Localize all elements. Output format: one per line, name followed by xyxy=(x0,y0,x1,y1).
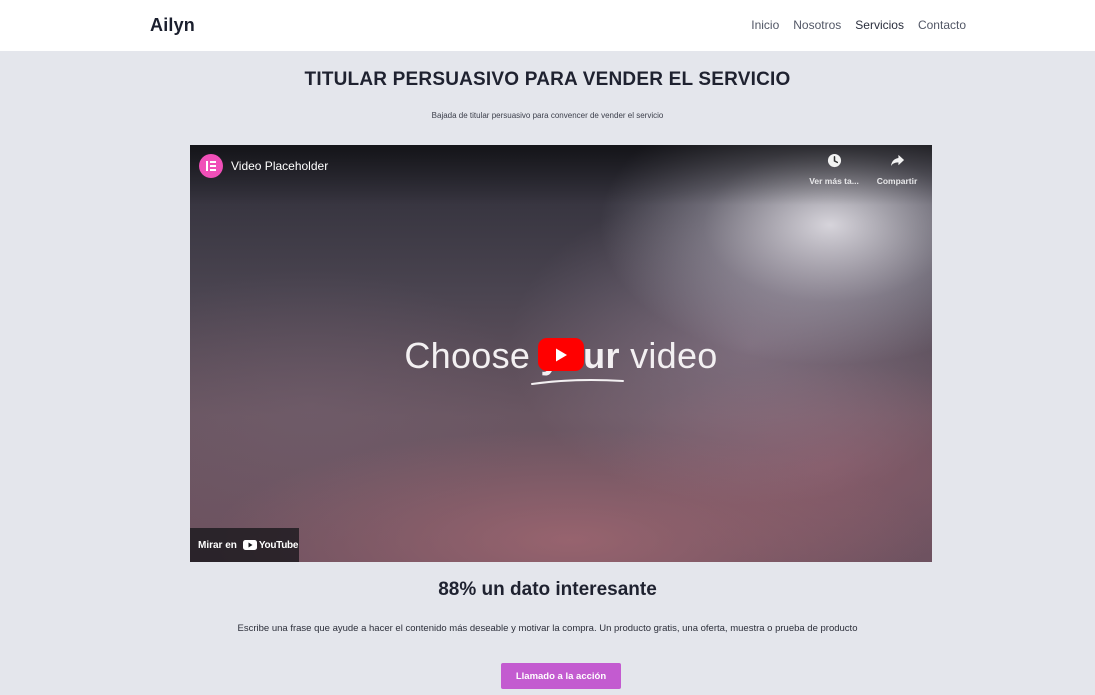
share-button[interactable]: Compartir xyxy=(867,153,927,186)
elementor-icon xyxy=(206,161,216,171)
nav-link-servicios[interactable]: Servicios xyxy=(855,18,904,32)
clock-icon xyxy=(827,153,841,168)
nav-link-nosotros[interactable]: Nosotros xyxy=(793,18,841,32)
cta-button[interactable]: Llamado a la acción xyxy=(501,663,621,689)
watch-later-label: Ver más ta... xyxy=(809,176,859,186)
main-nav: Inicio Nosotros Servicios Contacto xyxy=(751,18,966,32)
watch-on-label: Mirar en xyxy=(198,539,237,551)
watch-later-button[interactable]: Ver más ta... xyxy=(804,153,864,186)
play-button[interactable] xyxy=(538,338,584,371)
nav-link-inicio[interactable]: Inicio xyxy=(751,18,779,32)
page-subtitle: Bajada de titular persuasivo para conven… xyxy=(431,111,664,120)
share-icon xyxy=(890,154,904,167)
video-title[interactable]: Video Placeholder xyxy=(231,159,328,173)
site-logo[interactable]: Ailyn xyxy=(150,15,195,36)
watch-on-youtube-button[interactable]: Mirar en YouTube xyxy=(190,528,299,562)
page-title: TITULAR PERSUASIVO PARA VENDER EL SERVIC… xyxy=(304,69,791,90)
play-icon xyxy=(556,348,567,361)
site-header: Ailyn Inicio Nosotros Servicios Contacto xyxy=(0,0,1095,51)
channel-avatar[interactable] xyxy=(199,154,223,178)
share-label: Compartir xyxy=(876,176,918,186)
youtube-logo-icon: YouTube xyxy=(242,539,299,551)
video-overlay: Choose your video xyxy=(190,335,932,385)
video-embed[interactable]: Video Placeholder Ver más ta... Comparti… xyxy=(190,145,932,562)
stat-description: Escribe una frase que ayude a hacer el c… xyxy=(237,623,858,634)
youtube-wordmark: YouTube xyxy=(258,539,299,551)
underline-stroke xyxy=(531,379,624,385)
nav-link-contacto[interactable]: Contacto xyxy=(918,18,966,32)
stat-title: 88% un dato interesante xyxy=(438,579,657,600)
